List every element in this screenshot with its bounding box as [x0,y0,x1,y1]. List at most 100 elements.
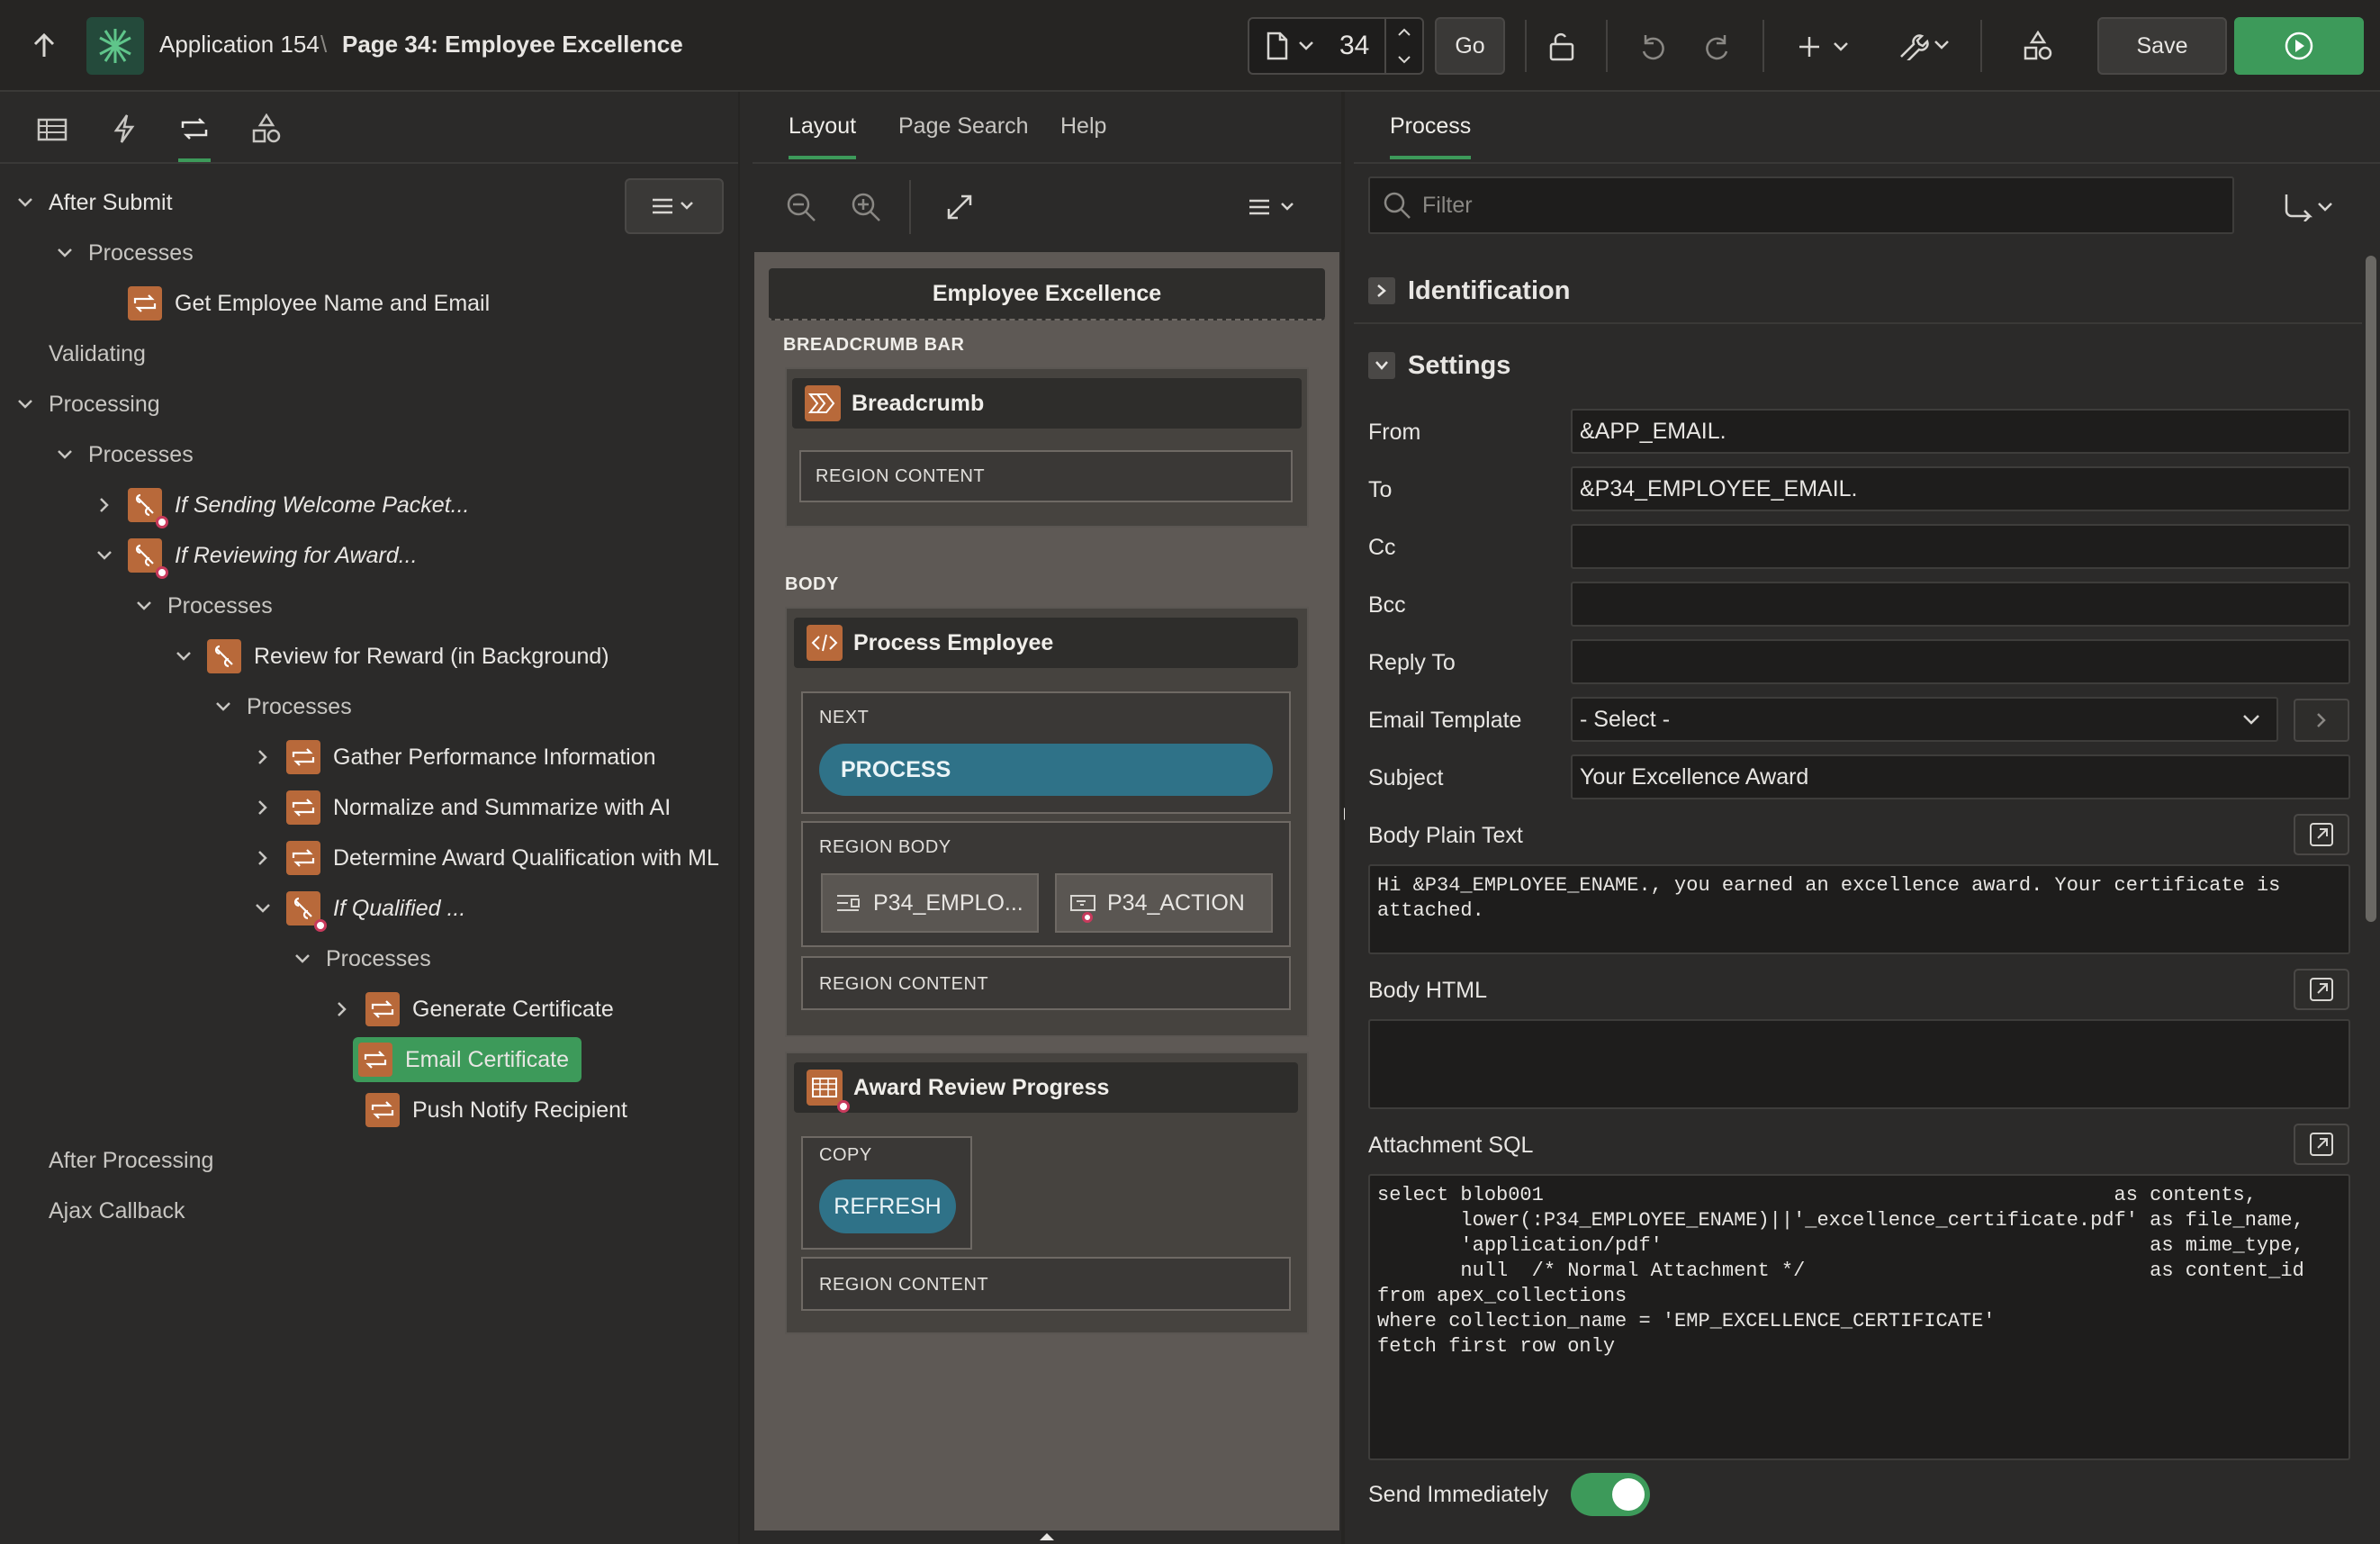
tree-node[interactable]: After Processing [16,1138,213,1183]
utilities-menu-button[interactable] [1898,29,1952,61]
redo-icon[interactable] [1701,31,1734,63]
tree-node[interactable]: Processes [214,684,352,729]
run-page-button[interactable] [2234,17,2364,75]
bcc-label: Bcc [1368,592,1406,618]
dynamic-actions-tab-icon[interactable] [106,112,142,146]
tree-node[interactable]: Validating [16,331,146,376]
tree-node[interactable]: Gather Performance Information [254,735,656,780]
region-content-label: REGION CONTENT [816,466,986,486]
tree-node[interactable]: Email Certificate [353,1037,581,1082]
tree-node[interactable]: Normalize and Summarize with AI [254,785,671,830]
email-template-open-button[interactable] [2294,699,2349,742]
to-field[interactable]: &P34_EMPLOYEE_EMAIL. [1571,466,2350,511]
open-dialog-icon [2310,978,2333,1001]
tree-node[interactable]: Determine Award Qualification with ML [254,835,719,880]
process-icon [365,992,400,1026]
apex-logo-icon[interactable] [86,17,144,75]
tree-node[interactable]: Generate Certificate [333,987,614,1032]
filter-input[interactable]: Filter [1368,176,2234,234]
page-selector[interactable]: 34 [1248,17,1424,75]
to-label: To [1368,477,1393,502]
tree-node[interactable]: Get Employee Name and Email [95,281,490,326]
chevron-right-icon [100,498,109,512]
tab-help[interactable]: Help [1060,113,1106,140]
app-label[interactable]: Application 154 [159,31,320,59]
breadcrumb-region-title[interactable]: Breadcrumb [792,378,1302,429]
body-html-label: Body HTML [1368,978,1487,1003]
cc-field[interactable] [1571,524,2350,569]
expand-icon[interactable] [942,189,978,225]
tree-node-label: Get Employee Name and Email [175,290,491,316]
process-icon [365,1093,400,1127]
layout-menu-button[interactable] [1248,193,1298,221]
process-employee-title: Process Employee [853,629,1054,655]
bcc-field[interactable] [1571,582,2350,627]
shared-components-icon[interactable] [2022,29,2054,63]
tree-node[interactable]: If Reviewing for Award... [95,533,418,579]
tree-node[interactable]: Processes [56,432,194,477]
unlock-icon[interactable] [1545,31,1579,63]
property-scrollbar[interactable] [2366,256,2376,922]
from-field[interactable]: &APP_EMAIL. [1571,409,2350,454]
zoom-in-icon[interactable] [848,189,884,225]
cc-label: Cc [1368,535,1396,560]
rendering-tab-icon[interactable] [34,113,70,146]
tree-node[interactable]: Ajax Callback [16,1188,185,1233]
tree-node-label: Push Notify Recipient [412,1097,628,1123]
tree-node[interactable]: Processes [135,583,273,628]
send-immediately-toggle[interactable] [1571,1473,1650,1516]
tree-node[interactable]: Processes [293,936,431,981]
go-to-group-button[interactable] [2283,191,2337,223]
table-icon [807,1070,850,1113]
add-menu-button[interactable] [1799,31,1853,63]
tree-menu-button[interactable] [625,178,724,234]
page-stepper[interactable] [1384,19,1422,73]
open-dialog-icon [2310,1133,2333,1156]
tab-layout[interactable]: Layout [789,113,857,159]
body-html-expand-button[interactable] [2294,969,2349,1010]
refresh-button[interactable]: REFRESH [819,1179,956,1233]
go-button[interactable]: Go [1435,17,1505,75]
tree-node-label: Review for Reward (in Background) [254,643,609,669]
canvas-page-title[interactable]: Employee Excellence [769,268,1325,321]
tree-node-label: Processing [49,391,160,417]
item-p34-employee[interactable]: P34_EMPLO... [821,873,1039,933]
body-plain-textarea[interactable]: Hi &P34_EMPLOYEE_ENAME., you earned an e… [1368,864,2350,954]
tree-node[interactable]: After Submit [16,180,173,225]
tree-node[interactable]: If Sending Welcome Packet... [95,483,469,528]
body-plain-expand-button[interactable] [2294,814,2349,855]
tree-node-label: Processes [88,441,194,467]
tree-node[interactable]: Review for Reward (in Background) [175,634,609,679]
arrow-up-icon[interactable] [29,31,59,61]
process-icon [286,790,320,825]
tab-process[interactable]: Process [1390,113,1472,159]
subject-label: Subject [1368,765,1444,790]
tree-node[interactable]: Processes [56,230,194,275]
attachment-sql-expand-button[interactable] [2294,1124,2349,1165]
identification-group[interactable]: Identification [1354,259,2362,324]
body-html-textarea[interactable] [1368,1019,2350,1109]
collapse-bottom-icon [1040,1533,1054,1540]
tree-node[interactable]: Push Notify Recipient [333,1088,627,1133]
tree-node[interactable]: If Qualified ... [254,886,465,932]
process-button[interactable]: PROCESS [819,744,1273,796]
tree-node[interactable]: Processing [16,382,160,427]
award-review-region-title[interactable]: Award Review Progress [794,1062,1298,1113]
breadcrumb-title: Breadcrumb [852,390,985,416]
zoom-out-icon[interactable] [783,189,819,225]
processing-tab-icon[interactable] [176,112,212,146]
item-p34-action[interactable]: P34_ACTION [1055,873,1273,933]
subject-field[interactable]: Your Excellence Award [1571,754,2350,799]
shared-components-tab-icon[interactable] [248,112,284,146]
email-template-select[interactable]: - Select - [1571,697,2278,742]
undo-icon[interactable] [1636,31,1669,63]
tree-node-label: If Reviewing for Award... [175,542,418,568]
save-button[interactable]: Save [2097,17,2227,75]
process-employee-region-title[interactable]: Process Employee [794,618,1298,668]
reply-to-field[interactable] [1571,639,2350,684]
settings-group[interactable]: Settings [1354,333,2362,398]
process-icon [128,286,162,321]
tab-page-search[interactable]: Page Search [898,113,1029,140]
page-number[interactable]: 34 [1339,31,1369,61]
attachment-sql-textarea[interactable]: select blob001 as contents, lower(:P34_E… [1368,1174,2350,1460]
